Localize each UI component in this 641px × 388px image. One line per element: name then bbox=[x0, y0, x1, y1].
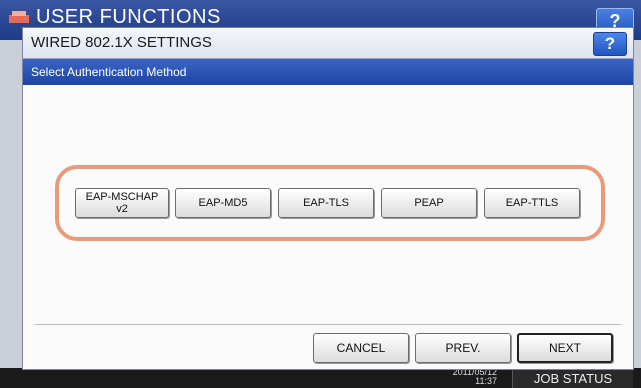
dialog-divider bbox=[35, 324, 621, 325]
app-side-panel-right bbox=[633, 40, 641, 368]
dialog-title: WIRED 802.1X SETTINGS bbox=[31, 34, 212, 51]
method-peap-button[interactable]: PEAP bbox=[381, 188, 477, 218]
prev-button[interactable]: PREV. bbox=[415, 333, 511, 363]
wired-8021x-dialog: WIRED 802.1X SETTINGS ? Select Authentic… bbox=[22, 27, 634, 370]
method-eap-tls-button[interactable]: EAP-TLS bbox=[278, 188, 374, 218]
user-functions-icon bbox=[9, 11, 29, 23]
clock: 2011/05/12 11:37 bbox=[453, 368, 497, 386]
method-eap-ttls-button[interactable]: EAP-TTLS bbox=[484, 188, 580, 218]
method-eap-mschapv2-button[interactable]: EAP-MSCHAP v2 bbox=[75, 188, 169, 218]
cancel-button[interactable]: CANCEL bbox=[313, 333, 409, 363]
dialog-subtitle-bar: Select Authentication Method bbox=[23, 59, 633, 85]
job-status-button[interactable]: JOB STATUS bbox=[512, 370, 633, 388]
method-eap-md5-button[interactable]: EAP-MD5 bbox=[175, 188, 271, 218]
dialog-help-button[interactable]: ? bbox=[593, 32, 627, 56]
next-button[interactable]: NEXT bbox=[517, 333, 613, 363]
dialog-title-bar: WIRED 802.1X SETTINGS ? bbox=[23, 28, 633, 59]
clock-time: 11:37 bbox=[475, 376, 497, 386]
app-side-panel-left bbox=[0, 40, 22, 368]
dialog-subtitle: Select Authentication Method bbox=[31, 65, 187, 79]
app-title: USER FUNCTIONS bbox=[36, 6, 221, 28]
app-footer: 2011/05/12 11:37 JOB STATUS bbox=[0, 368, 641, 388]
